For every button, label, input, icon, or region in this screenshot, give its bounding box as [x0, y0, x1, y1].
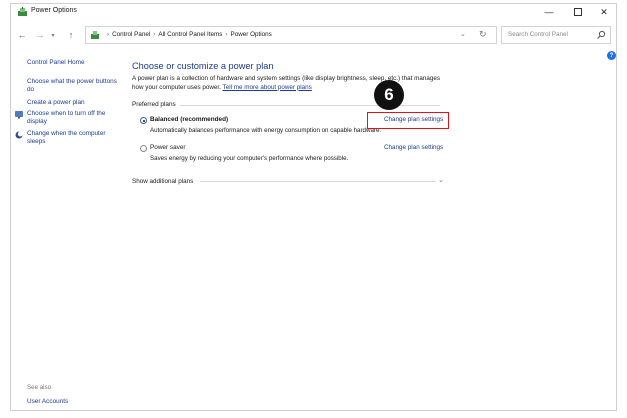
breadcrumb-control-panel[interactable]: Control Panel	[112, 31, 150, 38]
breadcrumb-chevron-icon: ›	[153, 31, 156, 38]
power-options-app-icon	[18, 7, 27, 16]
tell-me-more-link[interactable]: Tell me more about power plans	[223, 84, 312, 91]
sidebar-item-user-accounts[interactable]: User Accounts	[27, 398, 68, 405]
refresh-icon[interactable]: ↻	[479, 29, 487, 40]
preferred-plans-divider	[180, 105, 440, 106]
show-additional-plans[interactable]: Show additional plans	[132, 178, 193, 185]
maximize-icon	[574, 8, 582, 16]
address-bar[interactable]: › Control Panel › All Control Panel Items › P…	[85, 26, 497, 44]
balanced-plan-description: Automatically balances performance with …	[150, 127, 382, 134]
sidebar-item-computer-sleeps[interactable]: Change when the computer sleeps	[27, 130, 122, 146]
show-additional-plans-divider	[200, 181, 436, 182]
monitor-icon	[15, 111, 23, 119]
power-saver-change-settings-link[interactable]: Change plan settings	[384, 144, 443, 151]
see-also-label: See also	[27, 384, 52, 391]
power-options-window: Power Options — ✕ ← → ▾ ↑ › Control Panel…	[10, 3, 617, 411]
minimize-button[interactable]: —	[536, 4, 562, 20]
balanced-plan-name[interactable]: Balanced (recommended)	[150, 116, 228, 123]
page-title: Choose or customize a power plan	[132, 61, 274, 71]
chevron-down-icon[interactable]: ⌄	[438, 176, 444, 184]
power-saver-radio[interactable]	[140, 145, 147, 152]
address-row: ← → ▾ ↑ › Control Panel › All Control Panel…	[11, 23, 616, 47]
breadcrumb-power-options[interactable]: Power Options	[231, 31, 272, 38]
step-number-badge: 6	[374, 80, 404, 110]
help-icon[interactable]: ?	[607, 51, 616, 60]
breadcrumb-chevron-icon: ›	[107, 31, 110, 38]
moon-icon	[15, 131, 23, 139]
highlight-box	[367, 112, 449, 129]
address-dropdown-icon[interactable]: ⌄	[460, 30, 466, 38]
preferred-plans-label: Preferred plans	[132, 101, 176, 108]
control-panel-icon	[91, 31, 99, 39]
up-button[interactable]: ↑	[65, 28, 77, 42]
sidebar-item-turn-off-display[interactable]: Choose when to turn off the display	[27, 110, 122, 126]
search-placeholder: Search Control Panel	[508, 31, 568, 38]
page-description: A power plan is a collection of hardware…	[132, 75, 452, 92]
breadcrumb-chevron-icon: ›	[225, 31, 228, 38]
sidebar-control-panel-home[interactable]: Control Panel Home	[27, 59, 85, 66]
maximize-button[interactable]	[565, 4, 591, 20]
forward-button[interactable]: →	[34, 28, 46, 42]
title-bar: Power Options — ✕	[11, 4, 616, 21]
back-button[interactable]: ←	[16, 28, 28, 42]
breadcrumb: › Control Panel › All Control Panel Items › P…	[104, 31, 272, 38]
window-title: Power Options	[31, 7, 77, 14]
sidebar-item-create-plan[interactable]: Create a power plan	[27, 99, 122, 107]
balanced-radio[interactable]	[140, 117, 147, 124]
search-icon[interactable]	[596, 30, 606, 40]
close-button[interactable]: ✕	[591, 4, 616, 20]
power-saver-plan-description: Saves energy by reducing your computer's…	[150, 155, 349, 162]
breadcrumb-all-items[interactable]: All Control Panel Items	[158, 31, 222, 38]
recent-locations-dropdown[interactable]: ▾	[47, 28, 59, 42]
sidebar: Control Panel Home Choose what the power…	[11, 54, 126, 405]
search-input[interactable]: Search Control Panel	[501, 26, 611, 44]
power-saver-plan-name[interactable]: Power saver	[150, 144, 186, 151]
sidebar-item-power-buttons[interactable]: Choose what the power buttons do	[27, 78, 122, 94]
